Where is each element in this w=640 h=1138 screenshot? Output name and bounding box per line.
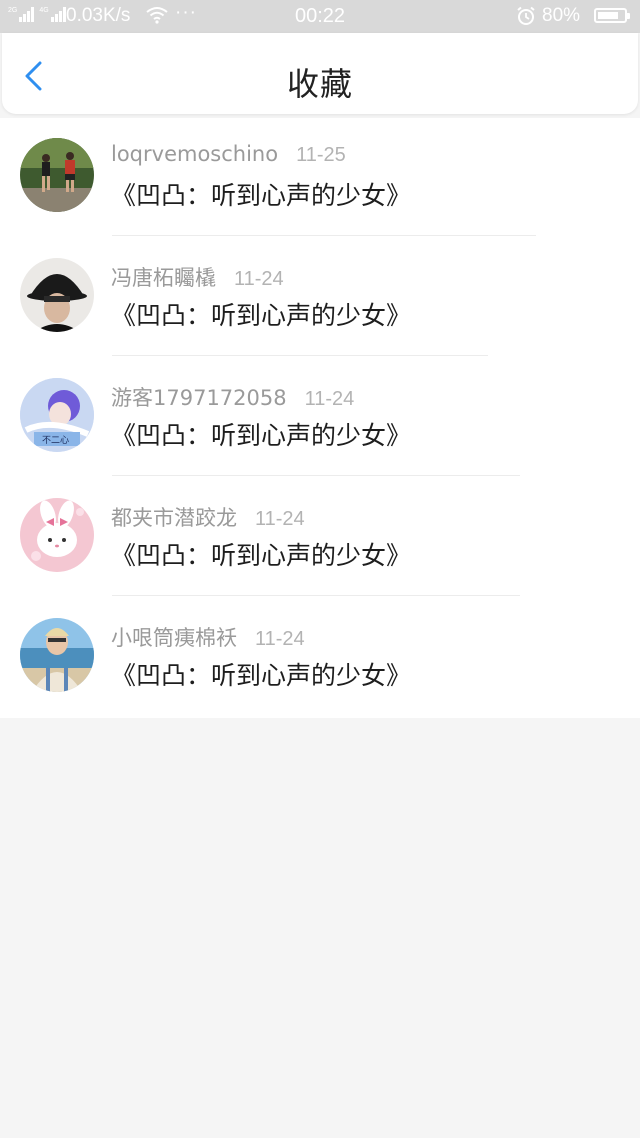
battery-percent: 80% bbox=[542, 5, 581, 26]
date: 11-24 bbox=[304, 388, 355, 410]
date: 11-24 bbox=[255, 628, 305, 650]
divider bbox=[112, 595, 520, 596]
divider bbox=[112, 475, 520, 476]
avatar: 不二心 bbox=[20, 378, 94, 452]
favorite-title: 《凹凸：听到心声的少女》 bbox=[111, 181, 412, 210]
username: 游客1797172058 bbox=[111, 386, 287, 410]
favorite-item[interactable]: 冯唐柘矚橇 11-24 《凹凸：听到心声的少女》 bbox=[0, 238, 640, 358]
divider bbox=[112, 235, 536, 236]
favorite-item[interactable]: 都夹市潜跤龙 11-24 《凹凸：听到心声的少女》 bbox=[0, 478, 640, 598]
username: 都夹市潜跤龙 bbox=[111, 506, 237, 530]
favorite-title: 《凹凸：听到心声的少女》 bbox=[111, 421, 412, 450]
page-title: 收藏 bbox=[286, 65, 353, 103]
username: loqrvemoschino bbox=[111, 142, 279, 166]
username: 小哏筒痍棉袄 bbox=[111, 626, 237, 650]
avatar bbox=[20, 618, 94, 692]
favorite-item[interactable]: 不二心 游客1797172058 11-24 《凹凸：听到心声的少女》 bbox=[0, 358, 640, 478]
favorite-title: 《凹凸：听到心声的少女》 bbox=[111, 541, 412, 570]
favorite-title: 《凹凸：听到心声的少女》 bbox=[111, 661, 412, 690]
favorite-title: 《凹凸：听到心声的少女》 bbox=[111, 301, 412, 330]
date: 11-25 bbox=[296, 144, 346, 166]
header: 收藏 bbox=[2, 33, 638, 114]
avatar bbox=[20, 258, 94, 332]
favorite-item[interactable]: loqrvemoschino 11-25 《凹凸：听到心声的少女》 bbox=[0, 118, 640, 238]
favorites-list: loqrvemoschino 11-25 《凹凸：听到心声的少女》 冯唐柘矚橇 bbox=[0, 118, 640, 718]
alarm-icon bbox=[516, 6, 536, 32]
svg-text:不二心: 不二心 bbox=[42, 435, 69, 446]
favorites-screen: 2G 4G 0.03K/s ··· 00:22 80% 收藏 loqrvemos… bbox=[0, 0, 640, 1138]
favorite-item[interactable]: 小哏筒痍棉袄 11-24 《凹凸：听到心声的少女》 bbox=[0, 598, 640, 718]
status-bar: 2G 4G 0.03K/s ··· 00:22 80% bbox=[0, 0, 640, 33]
date: 11-24 bbox=[234, 268, 284, 290]
date: 11-24 bbox=[255, 508, 305, 530]
username: 冯唐柘矚橇 bbox=[111, 266, 216, 290]
avatar bbox=[20, 498, 94, 572]
avatar bbox=[20, 138, 94, 212]
divider bbox=[112, 355, 488, 356]
battery-icon bbox=[594, 8, 630, 23]
